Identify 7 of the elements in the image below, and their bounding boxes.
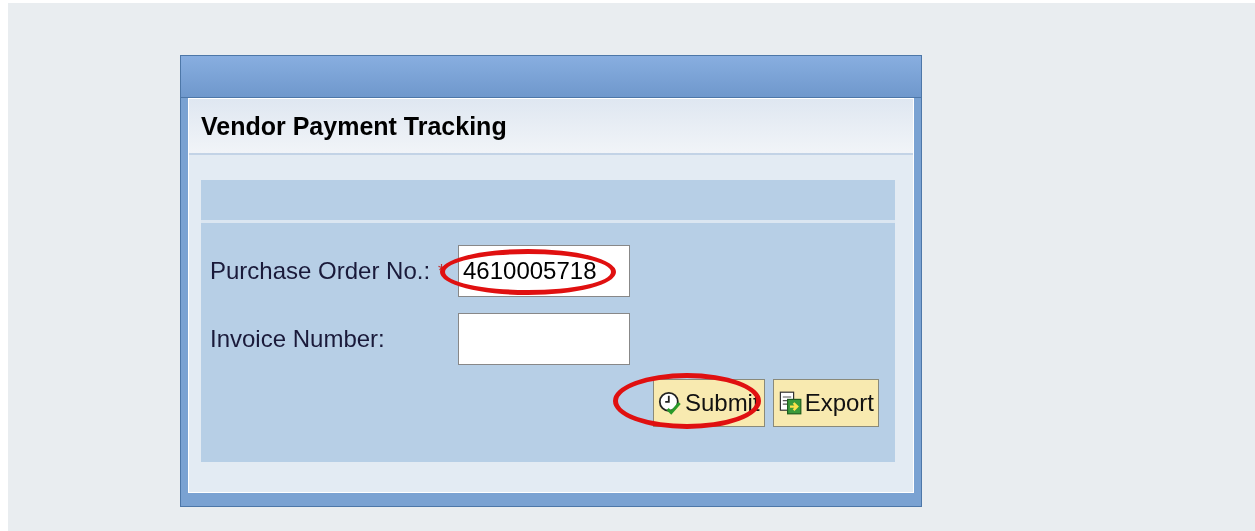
export-button[interactable]: Export	[772, 379, 879, 427]
field-label: Purchase Order No.:	[210, 257, 432, 285]
input-field[interactable]	[458, 313, 630, 365]
clock-check-icon	[657, 391, 682, 415]
document-arrow-icon	[777, 391, 802, 415]
panel-title: Vendor Payment Tracking	[201, 111, 507, 141]
field-label: Invoice Number:	[210, 325, 386, 353]
